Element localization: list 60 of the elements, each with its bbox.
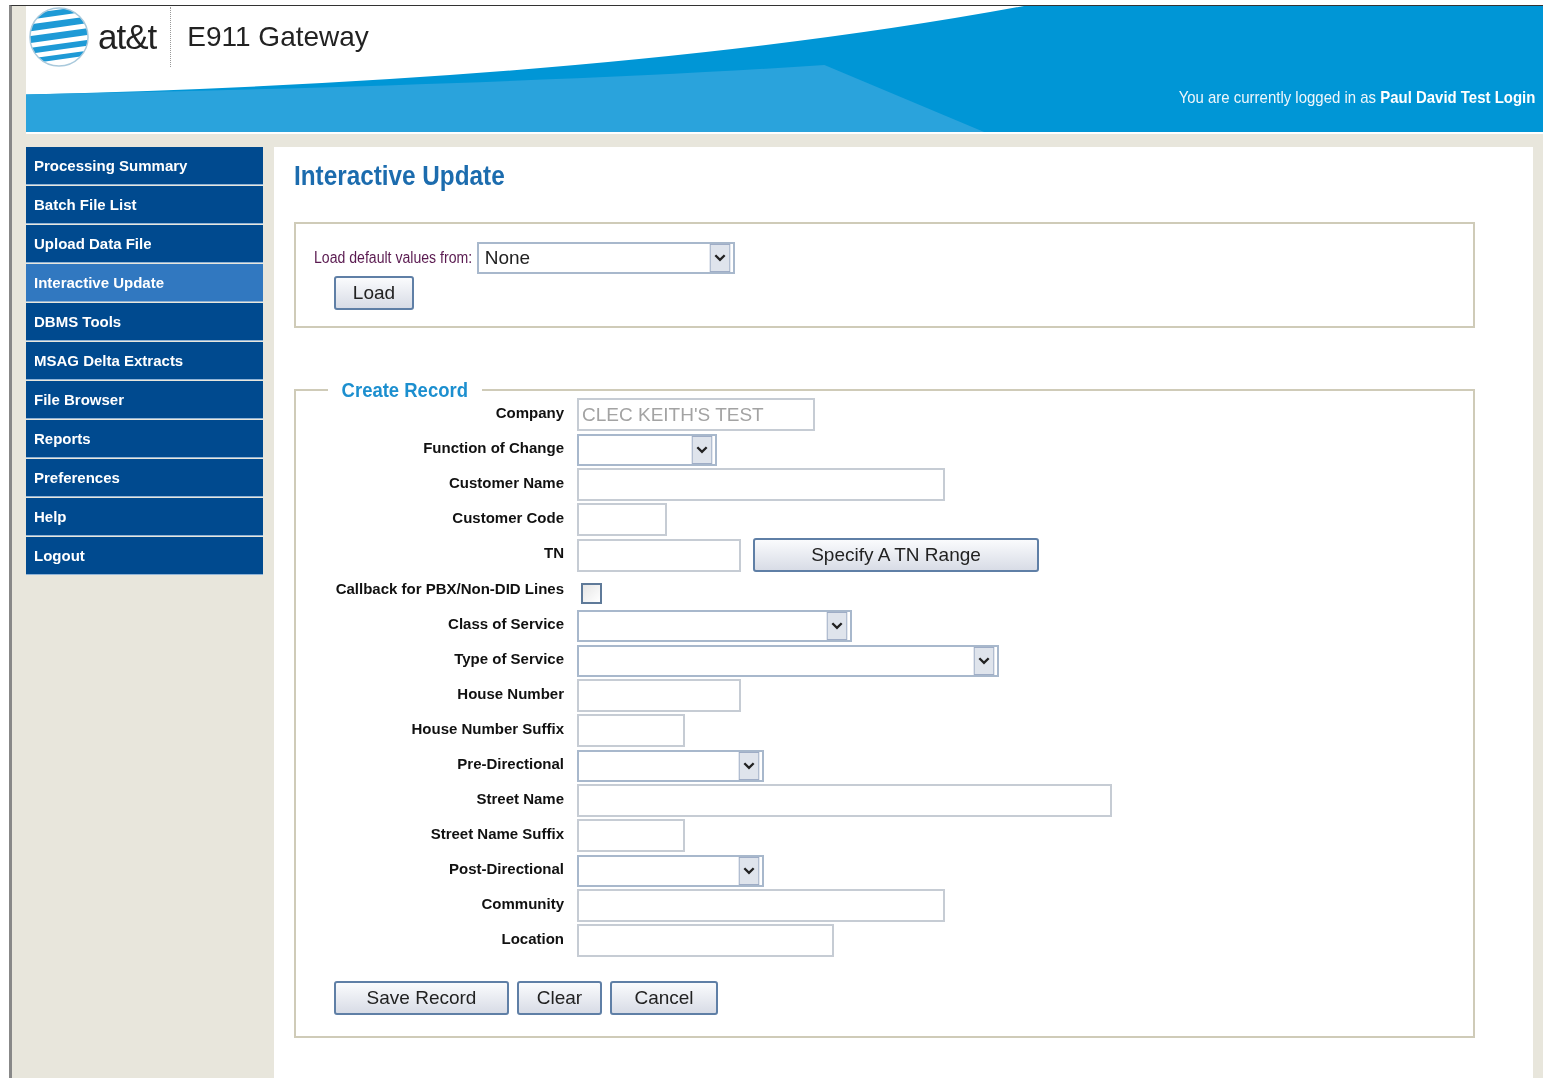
sidebar-item[interactable]: MSAG Delta Extracts	[26, 342, 263, 380]
defaults-select[interactable]: None	[476, 242, 735, 274]
field-label: House Number	[456, 684, 564, 702]
sidebar-item[interactable]: Logout	[26, 537, 263, 575]
dropdown-field[interactable]	[577, 644, 999, 677]
tn-range-button[interactable]: Specify A TN Range	[753, 538, 1039, 572]
form-button[interactable]: Cancel	[610, 981, 718, 1015]
sidebar-item[interactable]: Help	[26, 498, 263, 536]
input-field[interactable]	[577, 889, 945, 922]
sidebar-item[interactable]: Preferences	[26, 459, 263, 497]
dropdown-field[interactable]	[577, 854, 764, 887]
input-field[interactable]	[577, 468, 945, 501]
input-field[interactable]	[577, 784, 1112, 817]
input-field[interactable]	[577, 819, 685, 852]
sidebar-item[interactable]: Batch File List	[26, 186, 263, 224]
field-label: Type of Service	[453, 649, 564, 667]
field-label: TN	[543, 543, 564, 561]
globe-logo-icon	[28, 6, 90, 68]
caret-icon	[736, 751, 762, 780]
form-button[interactable]: Save Record	[334, 981, 509, 1015]
dropdown-field[interactable]	[577, 433, 717, 466]
field-label: House Number Suffix	[410, 719, 564, 737]
field-label: Customer Code	[451, 508, 564, 526]
caret-icon	[824, 611, 850, 640]
page-title: Interactive Update	[294, 161, 506, 192]
sidebar-item[interactable]: Processing Summary	[26, 147, 263, 185]
field-label: Post-Directional	[447, 859, 564, 877]
input-field[interactable]	[577, 679, 741, 712]
sidebar-item[interactable]: File Browser	[26, 381, 263, 419]
input-field[interactable]	[577, 924, 834, 957]
field-label: Company	[494, 403, 564, 421]
field-label: Street Name	[475, 789, 564, 807]
field-label: Pre-Directional	[456, 754, 564, 772]
sidebar-item[interactable]: Reports	[26, 420, 263, 458]
field-label: Load default values from:	[314, 249, 473, 267]
dropdown-field[interactable]	[577, 609, 852, 642]
input-field[interactable]	[577, 503, 667, 536]
product-title: E911 Gateway	[187, 21, 369, 53]
input-field[interactable]	[577, 714, 685, 747]
login-status: You are currently logged in as Paul David Test Login	[1178, 88, 1535, 108]
checkbox[interactable]	[581, 582, 602, 604]
field-label: Class of Service	[447, 614, 564, 632]
caret-icon	[689, 435, 715, 464]
sidebar-item[interactable]: Interactive Update	[26, 264, 263, 302]
field-label: Location	[500, 929, 564, 947]
form-button[interactable]: Clear	[517, 981, 602, 1015]
input-field[interactable]	[577, 538, 741, 572]
dropdown-field[interactable]	[577, 749, 764, 782]
section-legend: Create Record	[337, 378, 473, 402]
field-label: Community	[480, 894, 564, 912]
load-button[interactable]: Load	[334, 276, 414, 310]
brand-name: at&t	[98, 17, 157, 57]
caret-icon	[736, 856, 762, 885]
sidebar-item[interactable]: Upload Data File	[26, 225, 263, 263]
field-label: Street Name Suffix	[429, 824, 564, 842]
caret-icon	[971, 646, 997, 675]
field-label: Function of Change	[422, 438, 564, 456]
field-label: Callback for PBX/Non-DID Lines	[334, 579, 564, 597]
sidebar-item[interactable]: DBMS Tools	[26, 303, 263, 341]
field-label: Customer Name	[447, 473, 564, 491]
